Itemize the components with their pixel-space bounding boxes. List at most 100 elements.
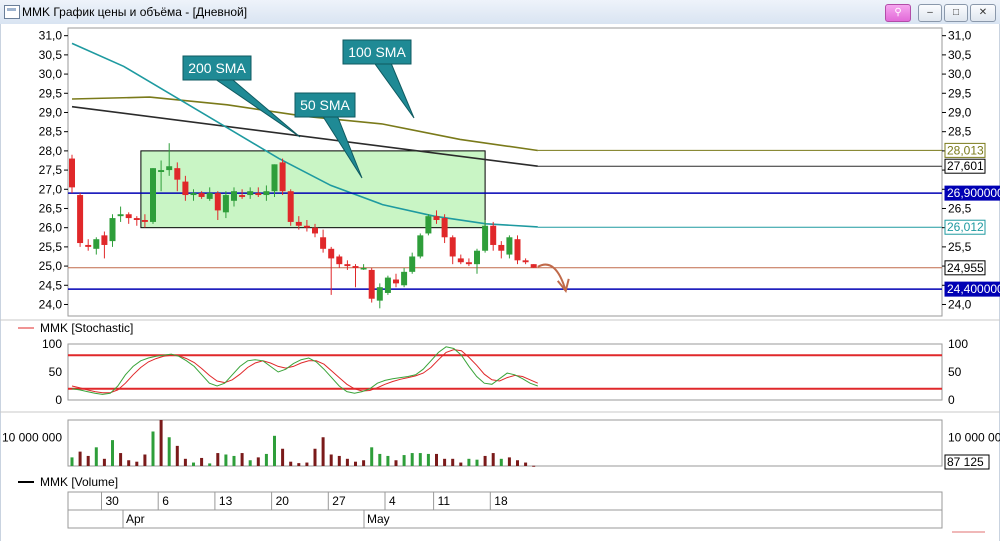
volume-bar (240, 453, 244, 466)
candle-body[interactable] (474, 250, 480, 265)
candle-body[interactable] (344, 264, 351, 267)
candle-body[interactable] (425, 216, 432, 234)
volume-bar (459, 462, 463, 466)
y-tick-label-left: 30,5 (39, 48, 63, 62)
candle-body[interactable] (222, 195, 229, 213)
day-label: 11 (438, 494, 451, 508)
candle-body[interactable] (125, 214, 132, 219)
candle-body[interactable] (182, 181, 189, 196)
candle-body[interactable] (482, 225, 489, 251)
candle-body[interactable] (77, 195, 84, 244)
y-tick-label-right: 25,5 (948, 240, 972, 254)
candle-body[interactable] (530, 264, 537, 268)
candle-body[interactable] (449, 237, 456, 257)
volume-bar (111, 440, 114, 466)
candle-body[interactable] (376, 287, 383, 301)
stoch-tick-left: 100 (42, 337, 62, 351)
candle-body[interactable] (214, 193, 221, 211)
candle-body[interactable] (360, 268, 367, 270)
candle-body[interactable] (279, 162, 286, 192)
volume-last-value: 87 125 (947, 455, 984, 469)
volume-bar (524, 462, 528, 466)
volume-bar (475, 459, 479, 466)
candle-body[interactable] (312, 227, 318, 234)
candle-body[interactable] (320, 237, 327, 249)
volume-bar (167, 437, 171, 466)
candle-body[interactable] (158, 170, 165, 172)
candle-body[interactable] (433, 216, 440, 220)
y-tick-label-left: 24,0 (39, 297, 63, 311)
candle-body[interactable] (133, 218, 140, 220)
volume-bar (281, 448, 285, 466)
candle-body[interactable] (368, 269, 375, 299)
candle-body[interactable] (109, 218, 116, 242)
candle-body[interactable] (239, 195, 246, 197)
candle-body[interactable] (174, 168, 181, 180)
candle-body[interactable] (198, 193, 205, 197)
candle-body[interactable] (117, 214, 124, 217)
volume-tick-left: 10 000 000 (2, 430, 62, 444)
candle-body[interactable] (498, 244, 505, 251)
candle-body[interactable] (287, 191, 294, 222)
candle-body[interactable] (150, 168, 156, 222)
candle-body[interactable] (295, 221, 302, 226)
candle-body[interactable] (190, 193, 197, 196)
volume-bar (313, 448, 317, 466)
candle-body[interactable] (231, 191, 237, 201)
day-label: 27 (332, 494, 346, 508)
candle-body[interactable] (101, 235, 108, 245)
stochastic-legend: MMK [Stochastic] (40, 321, 133, 335)
volume-bar (119, 453, 123, 466)
label-sma-200: 27,601 (947, 159, 984, 173)
volume-bar (451, 458, 455, 466)
volume-bar (467, 458, 471, 466)
candle-body[interactable] (441, 218, 448, 238)
candle-body[interactable] (522, 260, 529, 263)
candle-body[interactable] (263, 191, 270, 196)
candle-body[interactable] (514, 239, 521, 261)
candle-body[interactable] (328, 248, 335, 259)
candle-body[interactable] (247, 191, 254, 196)
candle-body[interactable] (401, 271, 408, 286)
candle-body[interactable] (409, 256, 416, 272)
y-tick-label-left: 29,0 (39, 105, 63, 119)
candle-body[interactable] (465, 262, 472, 265)
volume-bar (410, 453, 414, 466)
volume-bar (70, 457, 74, 466)
candle-body[interactable] (457, 258, 464, 263)
volume-bar (321, 437, 325, 466)
candle-body[interactable] (506, 237, 513, 255)
volume-bar (192, 462, 195, 466)
callout-50-sma-label: 50 SMA (300, 97, 350, 113)
volume-bar (426, 453, 430, 466)
candle-body[interactable] (93, 239, 100, 249)
candle-body[interactable] (490, 225, 497, 245)
y-tick-label-right: 30,5 (948, 48, 972, 62)
candle-body[interactable] (85, 244, 92, 247)
candle-body[interactable] (166, 166, 173, 171)
month-label: Apr (126, 512, 145, 526)
y-tick-label-right: 28,5 (948, 125, 972, 139)
chart-canvas[interactable]: 31,0 31,0 30,5 30,5 30,0 30,0 29,5 29,5 29,0 29,0… (0, 0, 1000, 541)
volume-bar (200, 457, 204, 466)
stoch-tick-right: 0 (948, 393, 955, 407)
y-tick-label-left: 26,0 (39, 221, 63, 235)
candle-body[interactable] (303, 225, 310, 228)
volume-bar (159, 420, 163, 466)
volume-bar (443, 458, 447, 466)
volume-bar (532, 465, 536, 467)
candle-body[interactable] (352, 266, 359, 268)
candle-body[interactable] (141, 220, 148, 222)
y-tick-label-left: 27,5 (39, 163, 63, 177)
candle-body[interactable] (393, 279, 399, 284)
candle-body[interactable] (206, 193, 213, 199)
volume-bar (337, 455, 341, 466)
volume-bar (402, 455, 406, 466)
candle-body[interactable] (271, 164, 278, 192)
candle-body[interactable] (417, 235, 424, 257)
candle-body[interactable] (336, 256, 343, 265)
y-tick-label-right: 24,0 (948, 297, 972, 311)
candle-body[interactable] (384, 277, 391, 293)
candle-body[interactable] (255, 193, 262, 196)
candle-body[interactable] (69, 158, 75, 188)
